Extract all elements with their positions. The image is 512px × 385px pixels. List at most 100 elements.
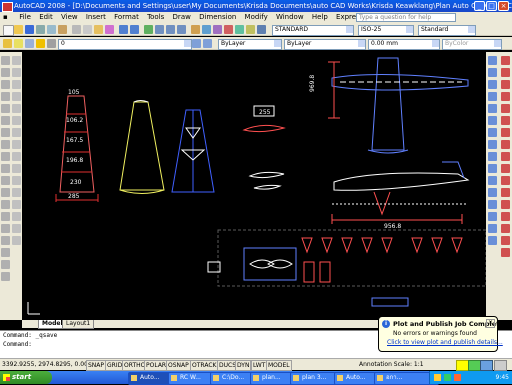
lwt-toggle[interactable]: LWT [251, 360, 268, 371]
dyn-toggle[interactable]: DYN [235, 360, 252, 371]
aligned-dimension-icon[interactable] [488, 68, 497, 77]
multiline-text-icon[interactable] [1, 272, 10, 281]
mirror-icon[interactable] [12, 80, 21, 89]
chamfer-icon[interactable] [12, 212, 21, 221]
menu-window[interactable]: Window [273, 12, 307, 23]
diameter-dimension-icon[interactable] [488, 128, 497, 137]
maximize-button[interactable]: □ [486, 1, 497, 11]
match-properties-icon[interactable] [105, 25, 114, 34]
insert-block-icon[interactable] [1, 188, 10, 197]
toolbar-lock-icon[interactable] [480, 360, 493, 371]
start-button[interactable]: start [0, 371, 52, 384]
radius-dimension-icon[interactable] [488, 104, 497, 113]
quick-dimension-icon[interactable] [488, 152, 497, 161]
snap-nearest-icon[interactable] [501, 224, 510, 233]
copy-icon[interactable] [83, 25, 92, 34]
menu-tools[interactable]: Tools [144, 12, 167, 23]
save-icon[interactable] [25, 25, 34, 34]
tray-network-icon[interactable] [444, 374, 451, 381]
layer-select[interactable]: 0 [58, 39, 192, 50]
layer-lock-icon[interactable] [47, 39, 56, 48]
menu-edit[interactable]: Edit [36, 12, 56, 23]
dim-style-select[interactable]: ISO-25 [358, 25, 414, 36]
linear-dimension-icon[interactable] [488, 56, 497, 65]
line-icon[interactable] [1, 56, 10, 65]
break-icon[interactable] [12, 188, 21, 197]
copy-object-icon[interactable] [12, 68, 21, 77]
cut-icon[interactable] [72, 25, 81, 34]
snap-tangent-icon[interactable] [501, 164, 510, 173]
layer-previous-icon[interactable] [203, 39, 212, 48]
snap-quadrant-icon[interactable] [501, 152, 510, 161]
snap-none-icon[interactable] [501, 236, 510, 245]
explode-icon[interactable] [12, 236, 21, 245]
snap-toggle[interactable]: SNAP [86, 360, 107, 371]
snap-center-icon[interactable] [501, 140, 510, 149]
center-mark-icon[interactable] [488, 212, 497, 221]
revision-cloud-icon[interactable] [1, 140, 10, 149]
tab-layout1[interactable]: Layout1 [62, 320, 95, 329]
autocad-app-icon[interactable] [2, 2, 13, 12]
rectangle-icon[interactable] [1, 104, 10, 113]
stretch-icon[interactable] [12, 152, 21, 161]
polyline-icon[interactable] [1, 80, 10, 89]
trim-icon[interactable] [12, 164, 21, 173]
layer-state-icon[interactable] [14, 39, 23, 48]
continue-dimension-icon[interactable] [488, 176, 497, 185]
menu-file[interactable]: File [16, 12, 34, 23]
coordinate-readout[interactable]: 3392.9255, 2974.8295, 0.0000 [2, 360, 96, 370]
region-icon[interactable] [1, 248, 10, 257]
polygon-icon[interactable] [1, 92, 10, 101]
plot-publish-notification[interactable]: i Plot and Publish Job Complete × No err… [378, 316, 504, 352]
snap-midpoint-icon[interactable] [501, 92, 510, 101]
quick-calc-icon[interactable] [246, 25, 255, 34]
quick-leader-icon[interactable] [488, 188, 497, 197]
menu-insert[interactable]: Insert [83, 12, 109, 23]
make-current-layer-icon[interactable] [192, 39, 201, 48]
menu-format[interactable]: Format [111, 12, 142, 23]
scale-icon[interactable] [12, 140, 21, 149]
layer-manager-icon[interactable] [3, 39, 12, 48]
angular-dimension-icon[interactable] [488, 140, 497, 149]
snap-insert-icon[interactable] [501, 200, 510, 209]
array-icon[interactable] [12, 104, 21, 113]
spline-icon[interactable] [1, 152, 10, 161]
dimension-edit-icon[interactable] [488, 224, 497, 233]
baseline-dimension-icon[interactable] [488, 164, 497, 173]
polar-toggle[interactable]: POLAR [144, 360, 169, 371]
markup-icon[interactable] [235, 25, 244, 34]
otrack-toggle[interactable]: OTRACK [190, 360, 219, 371]
point-icon[interactable] [1, 212, 10, 221]
offset-icon[interactable] [12, 92, 21, 101]
menu-draw[interactable]: Draw [170, 12, 194, 23]
color-select[interactable]: ByLayer [218, 39, 282, 50]
sheet-set-icon[interactable] [224, 25, 233, 34]
model-toggle[interactable]: MODEL [266, 360, 292, 371]
snap-node-icon[interactable] [501, 212, 510, 221]
menu-modify[interactable]: Modify [242, 12, 271, 23]
ellipse-icon[interactable] [1, 164, 10, 173]
text-style-select[interactable]: STANDARD [272, 25, 354, 36]
make-block-icon[interactable] [1, 200, 10, 209]
move-icon[interactable] [12, 116, 21, 125]
tray-antivirus-icon[interactable] [454, 374, 461, 381]
hatch-icon[interactable] [1, 224, 10, 233]
zoom-realtime-icon[interactable] [155, 25, 164, 34]
menu-help[interactable]: Help [309, 12, 331, 23]
menu-view[interactable]: View [58, 12, 81, 23]
ellipse-arc-icon[interactable] [1, 176, 10, 185]
plot-icon[interactable] [36, 25, 45, 34]
snap-parallel-icon[interactable] [501, 188, 510, 197]
layer-freeze-icon[interactable] [36, 39, 45, 48]
snap-endpoint-icon[interactable] [501, 80, 510, 89]
tool-palettes-icon[interactable] [213, 25, 222, 34]
table-style-select[interactable]: Standard [418, 25, 476, 36]
new-file-icon[interactable] [3, 25, 14, 36]
model-space-canvas[interactable]: 105 106.2 167.5 196.8 230 285 255 969.8 [22, 52, 486, 320]
erase-icon[interactable] [12, 56, 21, 65]
gradient-icon[interactable] [1, 236, 10, 245]
lineweight-select[interactable]: 0.00 mm [368, 39, 440, 50]
circle-icon[interactable] [1, 128, 10, 137]
arc-length-icon[interactable] [488, 80, 497, 89]
dimension-text-edit-icon[interactable] [488, 236, 497, 245]
